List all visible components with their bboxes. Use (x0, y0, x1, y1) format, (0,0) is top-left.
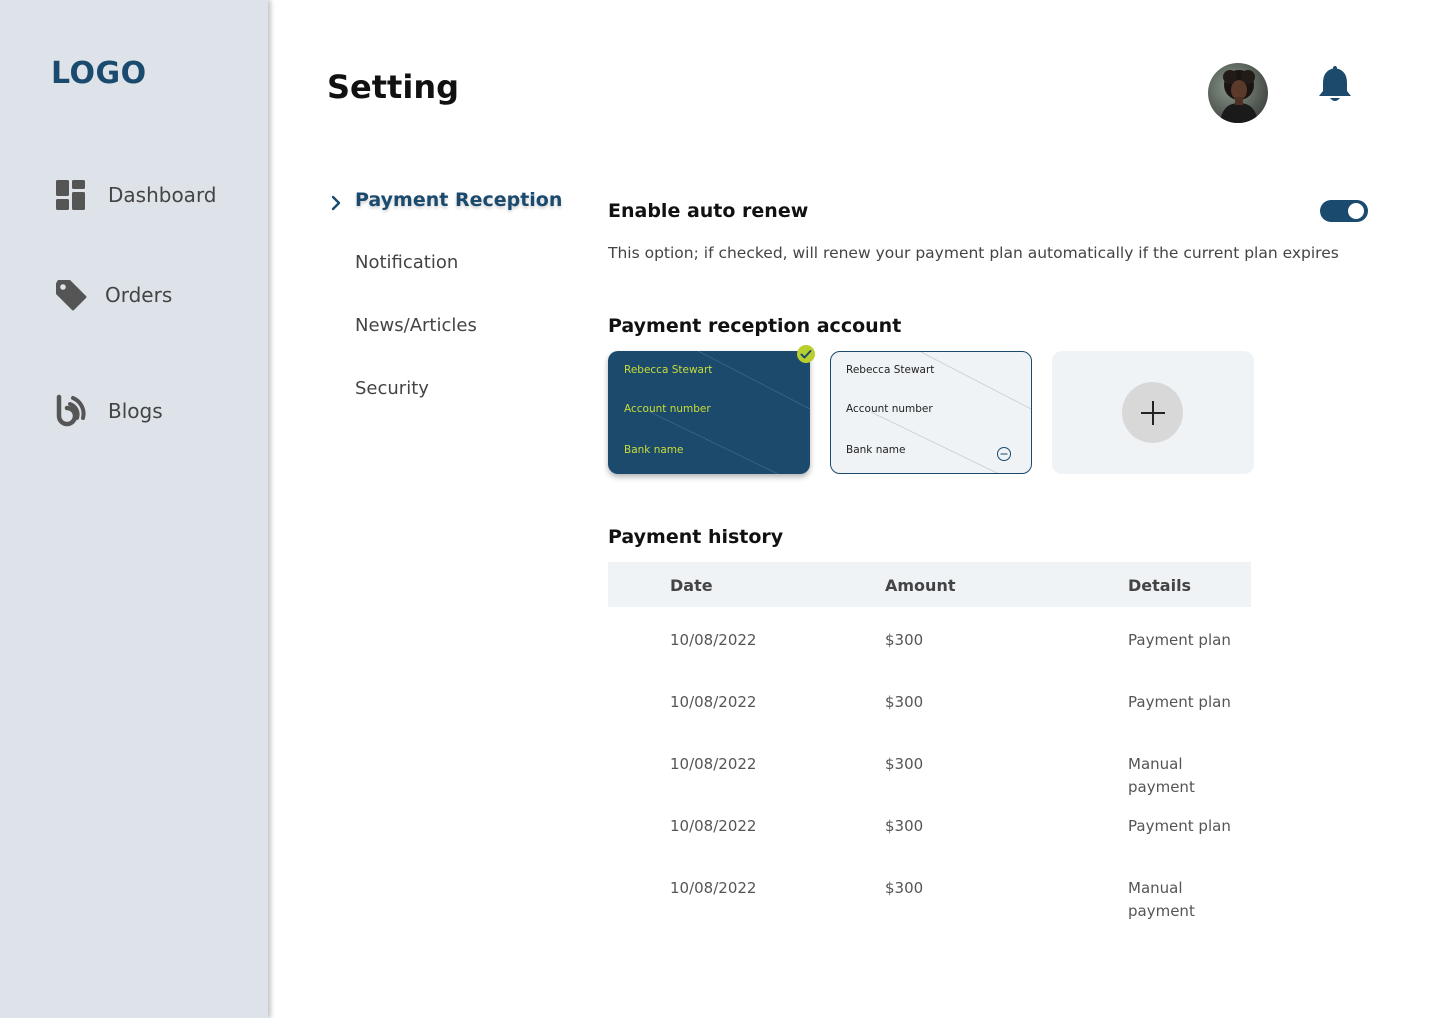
chevron-right-icon (331, 195, 341, 211)
row-details: Manual payment (1128, 755, 1195, 796)
reception-account-title: Payment reception account (608, 315, 902, 337)
row-details: Payment plan (1128, 631, 1231, 649)
sidebar: LOGO Dashboard Orders Blogs (0, 0, 268, 1018)
table-row: 10/08/2022 $300 Manual payment (608, 753, 1251, 803)
row-date: 10/08/2022 (670, 817, 757, 835)
table-header: Date Amount Details (608, 562, 1251, 607)
table-row: 10/08/2022 $300 Manual payment (608, 877, 1251, 927)
card-bank-name: Bank name (624, 444, 684, 456)
table-row: 10/08/2022 $300 Payment plan (608, 691, 1251, 741)
card-holder-name: Rebecca Stewart (624, 364, 713, 376)
row-amount: $300 (885, 631, 924, 649)
row-amount: $300 (885, 693, 924, 711)
row-amount: $300 (885, 879, 924, 897)
table-row: 10/08/2022 $300 Payment plan (608, 815, 1251, 865)
tab-security[interactable]: Security (355, 378, 429, 399)
sidebar-item-label: Orders (105, 283, 173, 307)
account-card-selected[interactable]: Rebecca Stewart Account number Bank name (608, 351, 810, 474)
check-icon (797, 345, 815, 363)
sidebar-item-label: Blogs (108, 399, 163, 423)
page-title: Setting (327, 68, 459, 106)
auto-renew-toggle[interactable] (1320, 200, 1368, 222)
auto-renew-description: This option; if checked, will renew your… (608, 244, 1339, 262)
row-details: Payment plan (1128, 693, 1231, 711)
column-header-details: Details (1128, 576, 1192, 595)
column-header-amount: Amount (885, 576, 956, 595)
logo[interactable]: LOGO (51, 56, 147, 91)
tab-notification[interactable]: Notification (355, 252, 458, 273)
sidebar-item-orders[interactable]: Orders (54, 278, 172, 312)
bell-icon[interactable] (1316, 64, 1354, 104)
sidebar-item-blogs[interactable]: Blogs (54, 394, 163, 428)
column-header-date: Date (670, 576, 713, 595)
card-bank-name: Bank name (846, 444, 906, 456)
table-row: 10/08/2022 $300 Payment plan (608, 629, 1251, 679)
row-date: 10/08/2022 (670, 693, 757, 711)
auto-renew-title: Enable auto renew (608, 200, 809, 222)
row-amount: $300 (885, 817, 924, 835)
tab-news-articles[interactable]: News/Articles (355, 315, 477, 336)
card-holder-name: Rebecca Stewart (846, 364, 935, 376)
blog-icon (54, 394, 88, 428)
row-date: 10/08/2022 (670, 631, 757, 649)
row-details: Manual payment (1128, 879, 1195, 920)
row-date: 10/08/2022 (670, 879, 757, 897)
remove-account-icon[interactable] (996, 446, 1012, 462)
dashboard-icon (54, 178, 88, 212)
row-amount: $300 (885, 755, 924, 773)
sidebar-item-dashboard[interactable]: Dashboard (54, 178, 217, 212)
plus-icon (1122, 382, 1183, 443)
card-account-number: Account number (624, 403, 711, 415)
card-account-number: Account number (846, 403, 933, 415)
row-date: 10/08/2022 (670, 755, 757, 773)
tab-payment-reception[interactable]: Payment Reception (355, 189, 562, 211)
tag-icon (54, 278, 88, 312)
sidebar-item-label: Dashboard (108, 183, 217, 207)
row-details: Payment plan (1128, 817, 1231, 835)
toggle-knob (1348, 203, 1364, 219)
user-avatar[interactable] (1208, 63, 1268, 123)
payment-history-title: Payment history (608, 526, 784, 548)
add-account-button[interactable] (1052, 351, 1254, 474)
